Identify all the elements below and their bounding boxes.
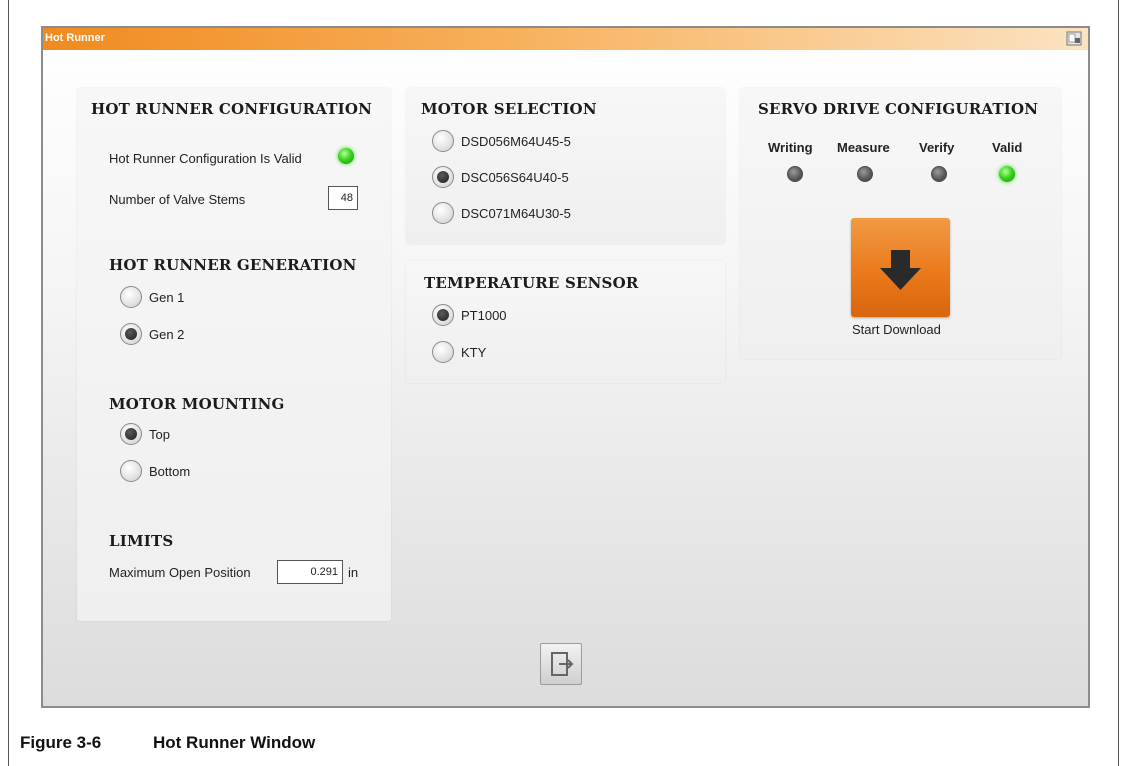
gen-1-radio[interactable] <box>120 286 142 308</box>
left-panel: HOT RUNNER CONFIGURATION Hot Runner Conf… <box>77 88 391 621</box>
hot-runner-window: Hot Runner HOT RUNNER CONFIGURATION Hot … <box>41 26 1090 708</box>
window-title: Hot Runner <box>45 32 105 44</box>
motor-dsd056m64u45-label: DSD056M64U45-5 <box>461 134 571 149</box>
pt1000-label: PT1000 <box>461 308 507 323</box>
gen-2-label: Gen 2 <box>149 327 185 342</box>
top-label: Top <box>149 427 170 442</box>
window-options-icon[interactable] <box>1066 31 1082 46</box>
motor-mounting-heading: MOTOR MOUNTING <box>109 395 285 413</box>
motor-dsc071m64u30-radio[interactable] <box>432 202 454 224</box>
measure-label: Measure <box>837 140 890 155</box>
max-open-position-field[interactable]: 0.291 <box>277 560 343 584</box>
figure-number: Figure 3-6 <box>20 733 102 752</box>
max-open-position-label: Maximum Open Position <box>109 565 251 580</box>
pt1000-radio[interactable] <box>432 304 454 326</box>
servo-drive-configuration-heading: SERVO DRIVE CONFIGURATION <box>758 100 1039 118</box>
motor-selection-panel: MOTOR SELECTION DSD056M64U45-5 DSC056S64… <box>406 88 725 244</box>
motor-dsc056s64u40-radio[interactable] <box>432 166 454 188</box>
motor-selection-heading: MOTOR SELECTION <box>421 100 597 118</box>
hot-runner-generation-heading: HOT RUNNER GENERATION <box>109 256 357 274</box>
gen-1-label: Gen 1 <box>149 290 185 305</box>
verify-label: Verify <box>919 140 955 155</box>
kty-label: KTY <box>461 345 487 360</box>
hot-runner-configuration-heading: HOT RUNNER CONFIGURATION <box>91 100 373 118</box>
writing-label: Writing <box>768 140 813 155</box>
limits-heading: LIMITS <box>109 532 174 550</box>
gen-2-radio[interactable] <box>120 323 142 345</box>
config-valid-label: Hot Runner Configuration Is Valid <box>109 151 302 166</box>
valid-indicator <box>999 166 1015 182</box>
motor-dsc056s64u40-label: DSC056S64U40-5 <box>461 170 569 185</box>
arrow-down-icon <box>880 250 921 290</box>
verify-indicator <box>931 166 947 182</box>
motor-dsd056m64u45-radio[interactable] <box>432 130 454 152</box>
start-download-button[interactable] <box>851 218 950 317</box>
valve-stems-field[interactable]: 48 <box>328 186 358 210</box>
start-download-label: Start Download <box>852 322 941 337</box>
exit-door-icon <box>551 652 574 676</box>
exit-button[interactable] <box>540 643 582 685</box>
temperature-sensor-panel: TEMPERATURE SENSOR PT1000 KTY <box>406 261 725 383</box>
title-bar: Hot Runner <box>43 28 1088 50</box>
motor-dsc071m64u30-label: DSC071M64U30-5 <box>461 206 571 221</box>
kty-radio[interactable] <box>432 341 454 363</box>
config-valid-indicator <box>338 148 354 164</box>
measure-indicator <box>857 166 873 182</box>
valid-label: Valid <box>992 140 1023 155</box>
bottom-radio[interactable] <box>120 460 142 482</box>
temperature-sensor-heading: TEMPERATURE SENSOR <box>424 274 639 292</box>
servo-drive-panel: SERVO DRIVE CONFIGURATION Writing Measur… <box>740 88 1061 359</box>
writing-indicator <box>787 166 803 182</box>
top-radio[interactable] <box>120 423 142 445</box>
bottom-label: Bottom <box>149 464 191 479</box>
valve-stems-label: Number of Valve Stems <box>109 192 246 207</box>
figure-title: Hot Runner Window <box>153 733 316 752</box>
max-open-position-unit: in <box>348 565 359 580</box>
